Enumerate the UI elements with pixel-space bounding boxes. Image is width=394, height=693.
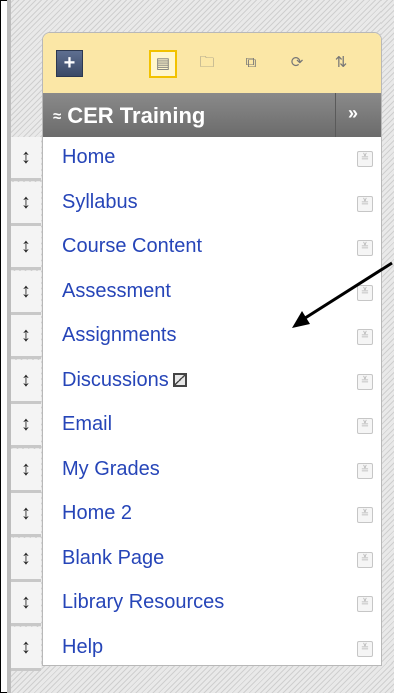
sort-button[interactable]: ⇅ bbox=[327, 50, 355, 78]
drag-handle-icon[interactable]: ↕ bbox=[11, 404, 41, 448]
menu-item-label: Syllabus bbox=[62, 190, 138, 213]
menu-item-link[interactable]: My Grades bbox=[62, 458, 160, 481]
item-options-chevron-icon[interactable]: ≚ bbox=[357, 240, 373, 256]
folder-icon: 🗀 bbox=[199, 54, 215, 71]
item-options-chevron-icon[interactable]: ≚ bbox=[357, 551, 373, 568]
expand-menu-button[interactable]: » bbox=[348, 103, 358, 124]
menu-item-link[interactable]: Course Content bbox=[62, 235, 202, 258]
menu-item-course-content[interactable]: ↕ Course Content ≚ bbox=[0, 226, 394, 271]
list-view-button[interactable]: ▤ bbox=[149, 50, 177, 78]
menu-item-help[interactable]: ↕ Help ≚ bbox=[0, 626, 394, 672]
course-title-text: CER Training bbox=[67, 103, 206, 128]
menu-item-label: Course Content bbox=[62, 235, 203, 257]
drag-handle-icon[interactable]: ↕ bbox=[11, 137, 41, 181]
menu-item-link[interactable]: Syllabus bbox=[62, 191, 138, 214]
item-options-chevron-icon[interactable]: ≚ bbox=[357, 507, 373, 523]
menu-item-label: Email bbox=[62, 413, 113, 435]
refresh-icon: ⟳ bbox=[290, 54, 304, 71]
course-menu-toolbar: + ▤ 🗀 ⧉ ⟳ ⇅ bbox=[43, 33, 381, 93]
collapse-caret-icon: ≈ bbox=[53, 108, 62, 125]
window-icon: ⧉ bbox=[245, 54, 257, 71]
drag-handle-icon[interactable]: ↕ bbox=[11, 537, 41, 582]
menu-item-link[interactable]: Home 2 bbox=[62, 502, 132, 525]
menu-item-home[interactable]: ↕ Home ≚ bbox=[0, 137, 394, 182]
menu-item-link[interactable]: Assignments bbox=[62, 324, 177, 347]
menu-item-label: Home 2 bbox=[62, 502, 133, 524]
menu-item-link[interactable]: Blank Page bbox=[62, 547, 164, 570]
item-options-chevron-icon[interactable]: ≚ bbox=[357, 596, 373, 612]
item-options-chevron-icon[interactable]: ≚ bbox=[357, 329, 373, 345]
new-window-button[interactable]: ⧉ bbox=[237, 50, 265, 78]
menu-item-home-2[interactable]: ↕ Home 2 ≚ bbox=[0, 493, 394, 538]
list-view-icon: ▤ bbox=[155, 55, 171, 72]
item-options-chevron-icon[interactable]: ≚ bbox=[357, 640, 373, 657]
menu-item-label: Blank Page bbox=[62, 546, 165, 569]
menu-item-discussions[interactable]: ↕ Discussions ≚ bbox=[0, 359, 394, 405]
drag-handle-icon[interactable]: ↕ bbox=[11, 315, 41, 359]
menu-item-label: Help bbox=[62, 635, 104, 658]
menu-item-my-grades[interactable]: ↕ My Grades ≚ bbox=[0, 448, 394, 494]
course-title-bar: ≈ CER Training » bbox=[43, 93, 381, 137]
item-options-chevron-icon[interactable]: ≚ bbox=[357, 462, 373, 479]
menu-item-link[interactable]: Discussions bbox=[62, 369, 187, 392]
menu-item-label: Assignments bbox=[62, 324, 177, 346]
header-divider bbox=[335, 93, 336, 137]
menu-item-assessment[interactable]: ↕ Assessment ≚ bbox=[0, 270, 394, 316]
menu-item-link[interactable]: Library Resources bbox=[62, 591, 224, 614]
drag-handle-icon[interactable]: ↕ bbox=[11, 448, 41, 493]
drag-handle-icon[interactable]: ↕ bbox=[11, 181, 41, 226]
menu-item-label: Assessment bbox=[62, 279, 171, 302]
menu-item-link[interactable]: Help bbox=[62, 636, 103, 659]
menu-item-library-resources[interactable]: ↕ Library Resources ≚ bbox=[0, 582, 394, 627]
folder-view-button[interactable]: 🗀 bbox=[193, 50, 221, 78]
drag-handle-icon[interactable]: ↕ bbox=[11, 359, 41, 404]
item-options-chevron-icon[interactable]: ≚ bbox=[357, 418, 373, 434]
drag-handle-icon[interactable]: ↕ bbox=[11, 626, 41, 671]
menu-item-link[interactable]: Email bbox=[62, 413, 112, 436]
item-options-chevron-icon[interactable]: ≚ bbox=[357, 195, 373, 212]
hidden-from-students-icon bbox=[172, 372, 187, 387]
course-menu-list: ↕ Home ≚ ↕ Syllabus ≚ ↕ Course Content ≚ ↕ Assessm… bbox=[0, 137, 394, 671]
plus-icon: + bbox=[63, 52, 76, 74]
menu-item-blank-page[interactable]: ↕ Blank Page ≚ bbox=[0, 537, 394, 583]
menu-item-syllabus[interactable]: ↕ Syllabus ≚ bbox=[0, 181, 394, 227]
menu-item-email[interactable]: ↕ Email ≚ bbox=[0, 404, 394, 449]
menu-item-link[interactable]: Assessment bbox=[62, 280, 171, 303]
refresh-button[interactable]: ⟳ bbox=[283, 50, 311, 78]
menu-item-link[interactable]: Home bbox=[62, 146, 115, 169]
menu-item-label: Library Resources bbox=[62, 591, 225, 613]
sort-icon: ⇅ bbox=[334, 54, 348, 71]
item-options-chevron-icon[interactable]: ≚ bbox=[357, 373, 373, 390]
menu-item-assignments[interactable]: ↕ Assignments ≚ bbox=[0, 315, 394, 360]
menu-item-label: Home bbox=[62, 146, 116, 168]
course-title[interactable]: ≈ CER Training bbox=[53, 103, 205, 129]
drag-handle-icon[interactable]: ↕ bbox=[11, 226, 41, 270]
drag-handle-icon[interactable]: ↕ bbox=[11, 493, 41, 537]
item-options-chevron-icon[interactable]: ≚ bbox=[357, 284, 373, 301]
drag-handle-icon[interactable]: ↕ bbox=[11, 582, 41, 626]
menu-item-label: Discussions bbox=[62, 368, 169, 391]
item-options-chevron-icon[interactable]: ≚ bbox=[357, 151, 373, 167]
menu-item-label: My Grades bbox=[62, 457, 160, 480]
add-menu-item-button[interactable]: + bbox=[56, 50, 83, 77]
drag-handle-icon[interactable]: ↕ bbox=[11, 270, 41, 315]
